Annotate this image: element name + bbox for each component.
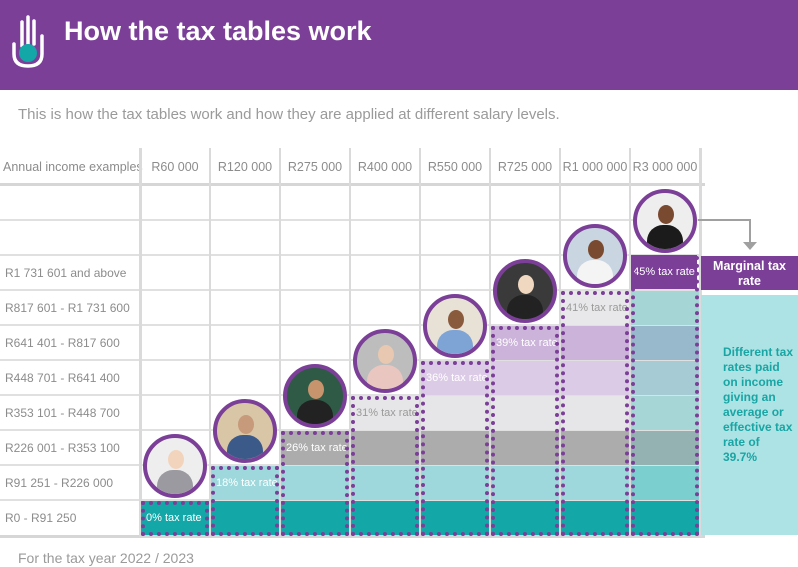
- person-avatar-1: [143, 434, 207, 498]
- column-header: R120 000: [217, 159, 273, 174]
- corner-label: Annual income examples: [3, 159, 143, 174]
- subtitle: This is how the tax tables work and how …: [18, 106, 560, 123]
- column-outline: [561, 291, 629, 536]
- column-outline: [491, 326, 559, 536]
- bracket-range-label: R0 - R91 250: [5, 510, 77, 525]
- column-outline: [421, 361, 489, 536]
- column-header: R275 000: [287, 159, 343, 174]
- effective-rate-text: Different tax rates paid on income givin…: [723, 345, 794, 464]
- column-header: R550 000: [427, 159, 483, 174]
- person-face: [308, 380, 324, 399]
- bracket-range-label: R448 701 - R641 400: [5, 370, 120, 385]
- column-outline: [211, 466, 279, 536]
- person-body: [227, 435, 263, 459]
- person-face: [518, 275, 534, 294]
- person-face: [588, 240, 604, 259]
- person-avatar-6: [493, 259, 557, 323]
- column-outline: [631, 256, 699, 536]
- person-body: [157, 470, 193, 494]
- person-face: [658, 205, 674, 224]
- bracket-range-label: R226 001 - R353 100: [5, 440, 120, 455]
- column-header: R60 000: [151, 159, 199, 174]
- effective-rate-panel: Different tax rates paid on income givin…: [701, 295, 798, 535]
- person-face: [168, 450, 184, 469]
- person-avatar-3: [283, 364, 347, 428]
- person-body: [297, 400, 333, 424]
- person-body: [367, 365, 403, 389]
- column-header: R3 000 000: [632, 159, 698, 174]
- bracket-range-label: R353 101 - R448 700: [5, 405, 120, 420]
- bracket-range-label: R817 601 - R1 731 600: [5, 300, 130, 315]
- bracket-range-label: R1 731 601 and above: [5, 265, 127, 280]
- person-avatar-5: [423, 294, 487, 358]
- column-header: R1 000 000: [562, 159, 628, 174]
- column-outline: [141, 501, 209, 536]
- marginal-tax-rate-label: Marginal tax rate: [701, 256, 798, 290]
- arrow-down-icon: [698, 219, 757, 250]
- footer-note: For the tax year 2022 / 2023: [18, 550, 194, 566]
- column-header: R400 000: [357, 159, 413, 174]
- person-avatar-8: [633, 189, 697, 253]
- person-face: [238, 415, 254, 434]
- column-outline: [281, 431, 349, 536]
- person-body: [577, 260, 613, 284]
- person-face: [448, 310, 464, 329]
- person-body: [437, 330, 473, 354]
- column-outline: [351, 396, 419, 536]
- person-body: [507, 295, 543, 319]
- column-header: R725 000: [497, 159, 553, 174]
- hand-icon: [12, 15, 44, 68]
- header-divider: [0, 183, 705, 186]
- bracket-range-label: R641 401 - R817 600: [5, 335, 120, 350]
- page-title: How the tax tables work: [64, 16, 372, 46]
- person-avatar-7: [563, 224, 627, 288]
- person-face: [378, 345, 394, 364]
- column-divider: [139, 148, 142, 537]
- person-body: [647, 225, 683, 249]
- bracket-range-label: R91 251 - R226 000: [5, 475, 114, 490]
- person-avatar-2: [213, 399, 277, 463]
- header-banner: How the tax tables work: [0, 0, 798, 90]
- person-avatar-4: [353, 329, 417, 393]
